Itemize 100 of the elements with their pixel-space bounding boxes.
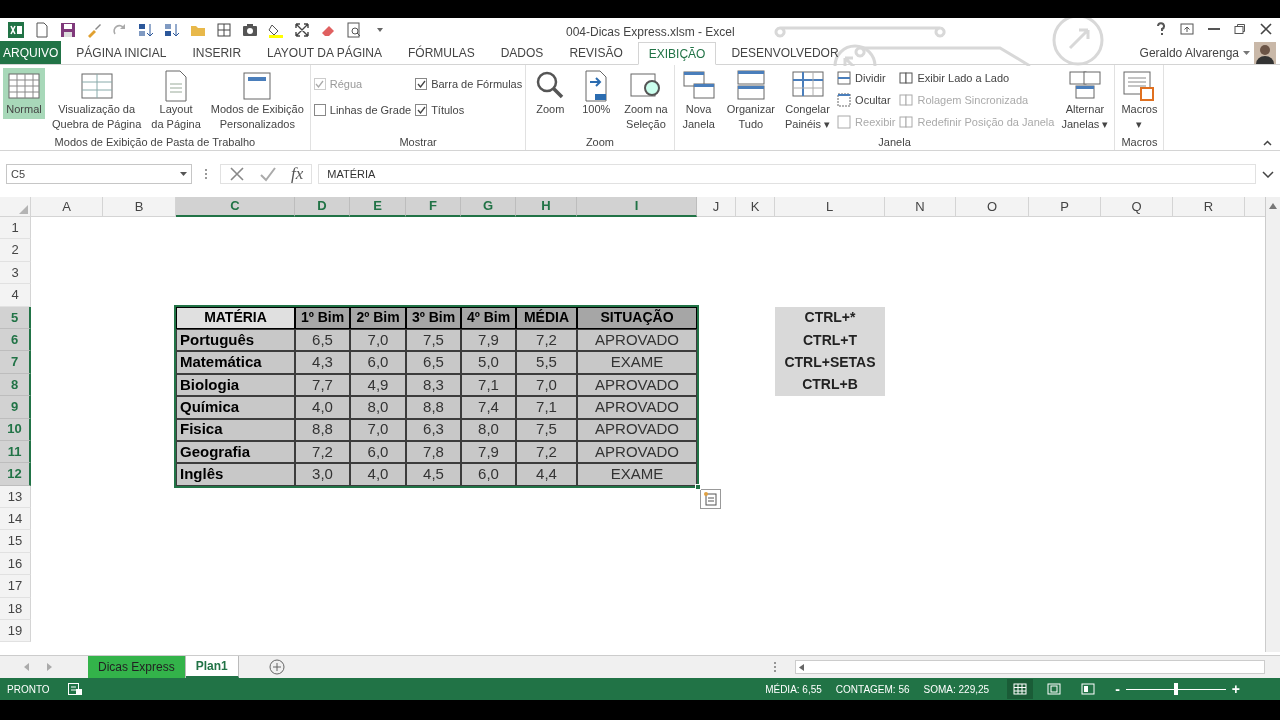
table-cell[interactable]: 7,9	[461, 328, 516, 352]
table-cell[interactable]: 5,5	[516, 351, 577, 374]
ribbon-button[interactable]: Ocultar	[837, 90, 896, 110]
table-cell[interactable]: 7,2	[516, 440, 577, 464]
header-cell[interactable]: 2º Bim	[350, 306, 406, 329]
ribbon-tab[interactable]: DADOS	[489, 41, 555, 64]
ribbon-button[interactable]: Alternar Janelas ▾	[1058, 68, 1112, 134]
table-cell[interactable]: 6,5	[295, 328, 350, 352]
table-cell[interactable]: APROVADO	[577, 396, 697, 419]
column-header[interactable]: Q	[1101, 197, 1173, 217]
ribbon-tab[interactable]: PÁGINA INICIAL	[65, 41, 178, 64]
row-header[interactable]: 11	[0, 440, 31, 464]
column-header[interactable]: P	[1029, 197, 1101, 217]
column-header[interactable]: R	[1173, 197, 1245, 217]
table-cell[interactable]: EXAME	[577, 351, 697, 374]
table-cell[interactable]: 7,1	[516, 396, 577, 419]
row-header[interactable]: 13	[0, 485, 31, 509]
table-cell[interactable]: 7,5	[516, 418, 577, 441]
table-cell[interactable]: 6,5	[406, 351, 461, 374]
row-header[interactable]: 3	[0, 261, 31, 285]
header-cell[interactable]: MÉDIA	[516, 306, 577, 329]
vertical-scrollbar[interactable]	[1265, 197, 1280, 652]
table-cell[interactable]: CTRL+T	[775, 328, 885, 352]
user-name[interactable]: Geraldo Alvarenga	[1139, 44, 1239, 62]
table-cell[interactable]: 4,0	[350, 463, 406, 486]
column-header[interactable]: F	[406, 197, 461, 217]
row-header[interactable]: 8	[0, 373, 31, 397]
row-header[interactable]: 10	[0, 418, 31, 441]
view-button[interactable]	[1007, 679, 1034, 699]
column-header[interactable]: H	[516, 197, 577, 217]
caret-icon[interactable]	[1243, 51, 1250, 55]
table-cell[interactable]: Inglês	[176, 463, 295, 486]
column-header[interactable]: K	[736, 197, 775, 217]
horizontal-scrollbar[interactable]	[795, 660, 1265, 674]
expand-formula-icon[interactable]	[1262, 170, 1274, 178]
ribbon-button[interactable]: 100%	[575, 68, 618, 119]
column-header[interactable]: E	[350, 197, 406, 217]
more-options-icon[interactable]	[204, 168, 208, 180]
table-cell[interactable]: 6,0	[350, 440, 406, 464]
table-cell[interactable]: 8,0	[461, 418, 516, 441]
table-cell[interactable]: CTRL+SETAS	[775, 351, 885, 374]
print-preview-icon[interactable]	[346, 22, 362, 38]
table-cell[interactable]: 4,5	[406, 463, 461, 486]
header-cell[interactable]: SITUAÇÃO	[577, 306, 697, 329]
zoom-in-button[interactable]: +	[1231, 678, 1240, 700]
column-header[interactable]: D	[295, 197, 350, 217]
table-cell[interactable]: 7,0	[350, 328, 406, 352]
table-cell[interactable]: 8,0	[350, 396, 406, 419]
column-header[interactable]: C	[176, 197, 295, 217]
table-cell[interactable]: 7,9	[461, 440, 516, 464]
ribbon-button[interactable]: Modos de Exibição Personalizados	[207, 68, 307, 134]
ribbon-button[interactable]: Organizar Tudo	[723, 68, 778, 134]
column-header[interactable]: O	[956, 197, 1029, 217]
ribbon-button[interactable]: Macros ▾	[1118, 68, 1161, 134]
insert-function-button[interactable]: fx	[291, 165, 304, 183]
fill-handle[interactable]	[695, 483, 701, 490]
row-header[interactable]: 7	[0, 351, 31, 374]
table-cell[interactable]: 7,2	[295, 440, 350, 464]
collapse-ribbon-icon[interactable]	[1263, 140, 1272, 146]
sort-ascending-icon[interactable]	[138, 22, 154, 38]
table-cell[interactable]: APROVADO	[577, 440, 697, 464]
checkbox[interactable]: Barra de Fórmulas	[415, 76, 523, 93]
sheet-tab[interactable]: Dicas Express	[88, 656, 186, 678]
row-header[interactable]: 16	[0, 552, 31, 576]
zoom-out-button[interactable]: -	[1115, 678, 1120, 700]
ribbon-button[interactable]: Exibir Lado a Lado	[899, 68, 1055, 88]
ribbon-button[interactable]: Zoom na Seleção	[621, 68, 671, 134]
row-header[interactable]: 14	[0, 508, 31, 531]
user-avatar-icon[interactable]	[1254, 42, 1276, 64]
sheet-tab[interactable]: Plan1	[185, 656, 239, 678]
table-cell[interactable]: 8,8	[406, 396, 461, 419]
more-options-icon[interactable]	[773, 661, 777, 673]
zoom-slider[interactable]	[1125, 683, 1226, 695]
table-cell[interactable]: 4,9	[350, 373, 406, 397]
header-cell[interactable]: 3º Bim	[406, 306, 461, 329]
table-cell[interactable]: Fisica	[176, 418, 295, 441]
column-header[interactable]: B	[103, 197, 176, 217]
row-header[interactable]: 12	[0, 463, 31, 486]
save-icon[interactable]	[60, 22, 76, 38]
header-cell[interactable]: 1º Bim	[295, 306, 350, 329]
table-cell[interactable]: APROVADO	[577, 418, 697, 441]
formula-input[interactable]: MATÉRIA	[318, 164, 1256, 184]
ribbon-button[interactable]: Visualização da Quebra de Página	[49, 68, 145, 134]
table-cell[interactable]: Português	[176, 328, 295, 352]
table-cell[interactable]: APROVADO	[577, 373, 697, 397]
ribbon-tab[interactable]: DESENVOLVEDOR	[720, 41, 850, 64]
new-sheet-icon[interactable]	[268, 659, 285, 675]
camera-icon[interactable]	[242, 22, 258, 38]
file-tab[interactable]: ARQUIVO	[0, 41, 62, 64]
table-cell[interactable]: 4,4	[516, 463, 577, 486]
table-cell[interactable]: CTRL+*	[775, 306, 885, 329]
table-cell[interactable]: Geografia	[176, 440, 295, 464]
table-cell[interactable]: 8,8	[295, 418, 350, 441]
scroll-left-icon[interactable]	[799, 663, 804, 671]
ribbon-button[interactable]: Zoom	[529, 68, 572, 119]
table-cell[interactable]: EXAME	[577, 463, 697, 486]
macro-record-icon[interactable]	[67, 683, 82, 695]
ribbon-tab[interactable]: INSERIR	[181, 41, 253, 64]
scroll-up-icon[interactable]	[1269, 203, 1277, 209]
ribbon-display-icon[interactable]	[1180, 23, 1194, 35]
